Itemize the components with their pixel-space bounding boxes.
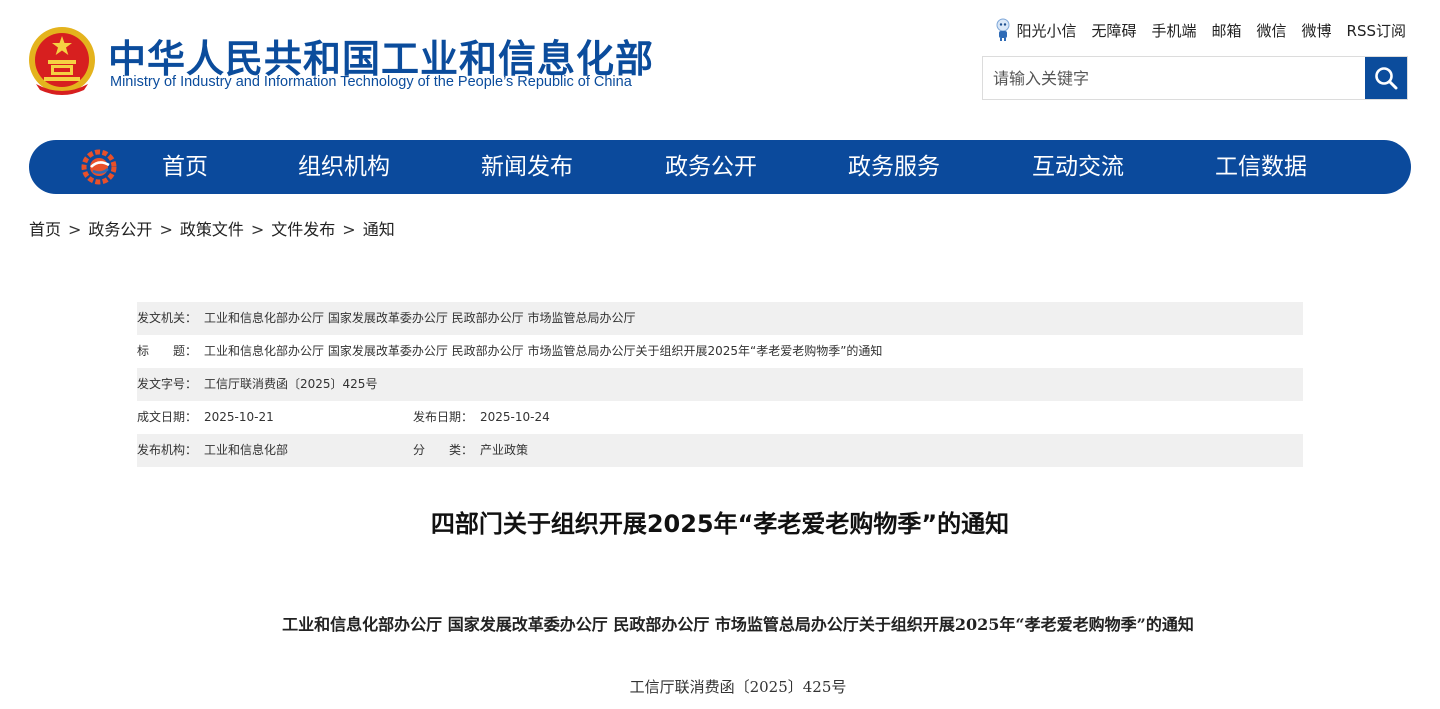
breadcrumb-home[interactable]: 首页	[29, 220, 61, 239]
breadcrumb-government-affairs[interactable]: 政务公开	[88, 220, 152, 239]
meta-label: 发布日期：	[413, 410, 474, 424]
breadcrumb-file-release[interactable]: 文件发布	[271, 220, 335, 239]
document-metadata-table: 发文机关： 工业和信息化部办公厅 国家发展改革委办公厅 民政部办公厅 市场监管总…	[137, 302, 1303, 467]
top-link-sunshine[interactable]: 阳光小信	[994, 18, 1076, 42]
meta-value: 工业和信息化部办公厅 国家发展改革委办公厅 民政部办公厅 市场监管总局办公厅关于…	[204, 344, 883, 358]
breadcrumb-separator: >	[68, 220, 82, 239]
top-link-accessibility[interactable]: 无障碍	[1091, 20, 1136, 41]
search-icon	[1375, 67, 1398, 90]
meta-row-title: 标 题： 工业和信息化部办公厅 国家发展改革委办公厅 民政部办公厅 市场监管总局…	[137, 335, 1303, 368]
meta-row-dates: 成文日期： 2025-10-21 发布日期： 2025-10-24	[137, 401, 1303, 434]
meta-label: 发文字号：	[137, 377, 198, 391]
top-link-rss[interactable]: RSS订阅	[1347, 20, 1406, 41]
meta-value: 2025-10-21	[204, 410, 274, 424]
breadcrumb-separator: >	[250, 220, 265, 239]
meta-label: 标 题：	[137, 344, 198, 358]
document-title: 四部门关于组织开展2025年“孝老爱老购物季”的通知	[430, 510, 1010, 538]
national-emblem-icon[interactable]	[28, 24, 96, 96]
main-nav: 首页 组织机构 新闻发布 政务公开 政务服务 互动交流 工信数据	[29, 140, 1411, 194]
site-header: 中华人民共和国工业和信息化部 Ministry of Industry and …	[0, 0, 1440, 135]
top-link-weibo[interactable]: 微博	[1302, 20, 1332, 41]
nav-item-news[interactable]: 新闻发布	[481, 140, 573, 194]
document-number: 工信厅联消费函〔2025〕425号	[629, 678, 847, 696]
meta-label: 发布机构：	[137, 443, 198, 457]
search-input[interactable]	[983, 57, 1367, 99]
breadcrumb-notice[interactable]: 通知	[363, 220, 395, 239]
nav-item-data[interactable]: 工信数据	[1215, 140, 1307, 194]
breadcrumb-separator: >	[159, 220, 173, 239]
miit-logo-icon[interactable]	[81, 149, 117, 185]
nav-item-home[interactable]: 首页	[162, 140, 208, 194]
meta-value: 工信厅联消费函〔2025〕425号	[204, 377, 378, 391]
search-button[interactable]	[1365, 57, 1407, 99]
meta-value: 工业和信息化部	[204, 443, 289, 457]
nav-item-government-services[interactable]: 政务服务	[848, 140, 940, 194]
search-box	[982, 56, 1408, 100]
breadcrumb-policy-documents[interactable]: 政策文件	[180, 220, 244, 239]
document-heading: 工业和信息化部办公厅 国家发展改革委办公厅 民政部办公厅 市场监管总局办公厅关于…	[282, 615, 1194, 634]
top-link-mobile[interactable]: 手机端	[1151, 20, 1196, 41]
meta-row-doc-number: 发文字号： 工信厅联消费函〔2025〕425号	[137, 368, 1303, 401]
breadcrumb-separator: >	[342, 220, 356, 239]
site-subtitle: Ministry of Industry and Information Tec…	[110, 74, 632, 90]
nav-item-government-affairs[interactable]: 政务公开	[665, 140, 757, 194]
meta-row-org-category: 发布机构： 工业和信息化部 分 类： 产业政策	[137, 434, 1303, 467]
meta-label: 成文日期：	[137, 410, 198, 424]
top-link-mail[interactable]: 邮箱	[1211, 20, 1241, 41]
meta-value: 产业政策	[480, 443, 529, 457]
robot-assistant-icon	[996, 18, 1010, 41]
meta-row-issuer: 发文机关： 工业和信息化部办公厅 国家发展改革委办公厅 民政部办公厅 市场监管总…	[137, 302, 1303, 335]
top-link-wechat[interactable]: 微信	[1257, 20, 1287, 41]
meta-label: 分 类：	[413, 443, 474, 457]
breadcrumb: 首页 > 政务公开 > 政策文件 > 文件发布 > 通知	[29, 216, 395, 240]
nav-item-interaction[interactable]: 互动交流	[1032, 140, 1124, 194]
nav-item-organization[interactable]: 组织机构	[298, 140, 390, 194]
top-link-label: 阳光小信	[1016, 21, 1077, 40]
meta-value: 工业和信息化部办公厅 国家发展改革委办公厅 民政部办公厅 市场监管总局办公厅	[204, 311, 636, 325]
meta-value: 2025-10-24	[480, 410, 550, 424]
top-links: 阳光小信 无障碍 手机端 邮箱 微信 微博 RSS订阅	[994, 18, 1406, 42]
meta-label: 发文机关：	[137, 311, 198, 325]
